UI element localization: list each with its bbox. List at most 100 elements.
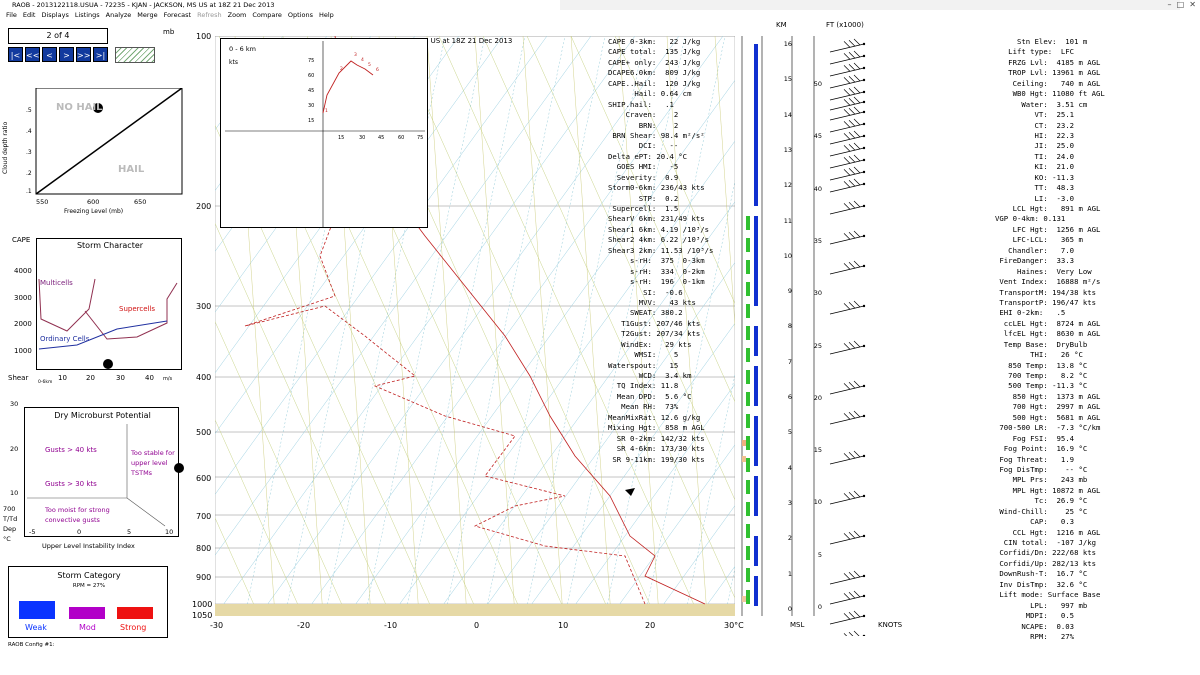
index-row: Waterspout: 15 [608,360,679,370]
microburst-ytick: 30 [10,400,19,408]
param-row: 700 Hgt: 2997 m AGL [995,402,1101,412]
no-hail-label: NO HAIL [56,102,103,113]
index-row: GOES HMI: -5 [608,162,679,172]
param-row: TransportP: 196/47 kts [995,297,1097,307]
param-row: MPL Hgt: 10872 m AGL [995,485,1101,495]
index-row: CAPE..Hail: 120 J/kg [608,78,701,88]
storm-character-marker [103,359,113,369]
index-row: WindEx: 29 kts [608,339,692,349]
wind-barb [829,86,865,101]
param-row: Stn Elev: 101 m [995,37,1088,46]
gusts-30-label: Gusts > 30 kts [45,480,97,488]
pressure-label: 700 [196,512,212,521]
wind-barb-point [862,66,866,70]
menu-compare[interactable]: Compare [252,11,282,19]
hodo-ytick: 60 [308,73,315,79]
wind-barb [829,200,865,215]
shear-sublabel: 0-6km [38,380,53,385]
param-row: Haines: Very Low [995,266,1092,276]
wind-barb-point [862,122,866,126]
stability-indices-table: CAPE 0-3km: 22 J/kg CAPE total: 135 J/kg C… [608,37,734,465]
param-row: Fog FSI: 95.4 [995,433,1075,443]
index-row: Shear1 6km: 4.19 /10³/s [608,224,710,234]
param-row: LCL Hgt: 891 m AGL [995,204,1101,213]
hodograph-svg [225,41,425,227]
rpm-label: RPM = 27% [72,583,106,589]
param-row: HI: 22.3 [995,130,1075,140]
close-button[interactable]: ✕ [1189,0,1196,9]
pressure-label: 100 [196,32,212,41]
wind-barb-point [862,344,866,348]
pressure-label: 600 [196,474,212,483]
pattern-toggle-button[interactable] [115,47,155,63]
hail-ytick: .3 [26,149,32,156]
param-row: VT: 25.1 [995,110,1075,120]
hail-yticks: .5 .4 .3 .2 [26,100,32,184]
menu-zoom[interactable]: Zoom [228,11,247,19]
config-label: RAOB Config #1: [8,642,55,648]
wind-barb-point [862,384,866,388]
menu-options[interactable]: Options [288,11,313,19]
hodograph-panel: 0 - 6 km kts 75 60 45 30 15 15 30 45 60 … [220,38,428,228]
param-row: KI: 21.0 [995,162,1075,172]
index-row: Delta ePT: 20.4 °C [608,151,688,161]
temp-label: 20 [645,621,656,630]
param-row: Chandler: 7.0 [995,245,1075,255]
hodo-ytick: 15 [308,118,315,124]
menu-merge[interactable]: Merge [137,11,157,19]
km-tick: 3 [787,498,792,507]
shear-xtick: 10 [58,374,67,382]
menu-edit[interactable]: Edit [23,11,36,19]
next-button[interactable]: > [59,47,74,62]
pressure-label: 200 [196,202,212,211]
wind-barb-point [862,574,866,578]
wind-barb-point [862,494,866,498]
param-row: TI: 24.0 [995,151,1075,161]
rewind-button[interactable]: << [25,47,40,62]
menu-help[interactable]: Help [319,11,334,19]
mod-label: Mod [79,623,96,632]
wind-barb-point [862,100,866,104]
hodo-xtick: 60 [398,135,405,141]
index-row: Supercell: 1.5 [608,204,679,213]
wind-barb [829,50,865,65]
menu-displays[interactable]: Displays [41,11,68,19]
menu-forecast[interactable]: Forecast [164,11,192,19]
last-button[interactable]: >| [93,47,108,62]
hodo-xtick: 15 [338,135,345,141]
param-row: TransportM: 194/38 kts [995,287,1097,297]
wind-barb [829,74,865,89]
menu-analyze[interactable]: Analyze [106,11,132,19]
side-label: 700 [3,505,16,513]
param-row: MDPI: 0.5 [995,611,1075,621]
microburst-xtick: 0 [77,528,82,536]
wind-barb [829,300,865,315]
hail-ytick: .5 [26,107,32,114]
microburst-xtick: 5 [127,528,132,536]
first-button[interactable]: |< [8,47,23,62]
param-row: CIN total: -107 J/kg [995,538,1097,547]
side-label: Dep [3,525,17,533]
wind-barb-point [862,234,866,238]
multicells-label: Multicells [40,279,73,287]
forward-button[interactable]: >> [76,47,91,62]
param-row: Lift type: LFC [995,47,1075,57]
minimize-button[interactable]: – [1168,0,1172,9]
maximize-button[interactable]: □ [1177,0,1185,9]
menu-refresh[interactable]: Refresh [197,11,222,19]
microburst-side-labels: 700 T/Td Dep °C [3,504,17,544]
menu-listings[interactable]: Listings [75,11,100,19]
menu-file[interactable]: File [6,11,17,19]
wind-barb [829,178,865,193]
hail-xlabel: Freezing Level (mb) [64,208,124,215]
window-title: RAOB - 2013122118.USUA - 72235 - KJAN - … [12,1,275,9]
pressure-label: 1050 [192,611,213,620]
hodograph-trace [322,60,374,114]
param-row: LI: -3.0 [995,193,1075,203]
hail-ytick: .2 [26,170,32,177]
index-row: STP: 0.2 [608,193,679,203]
prev-button[interactable]: < [42,47,57,62]
param-row: CCL Hgt: 1216 m AGL [995,527,1101,537]
index-row: Severity: 0.9 [608,172,679,182]
side-label: °C [3,535,11,543]
